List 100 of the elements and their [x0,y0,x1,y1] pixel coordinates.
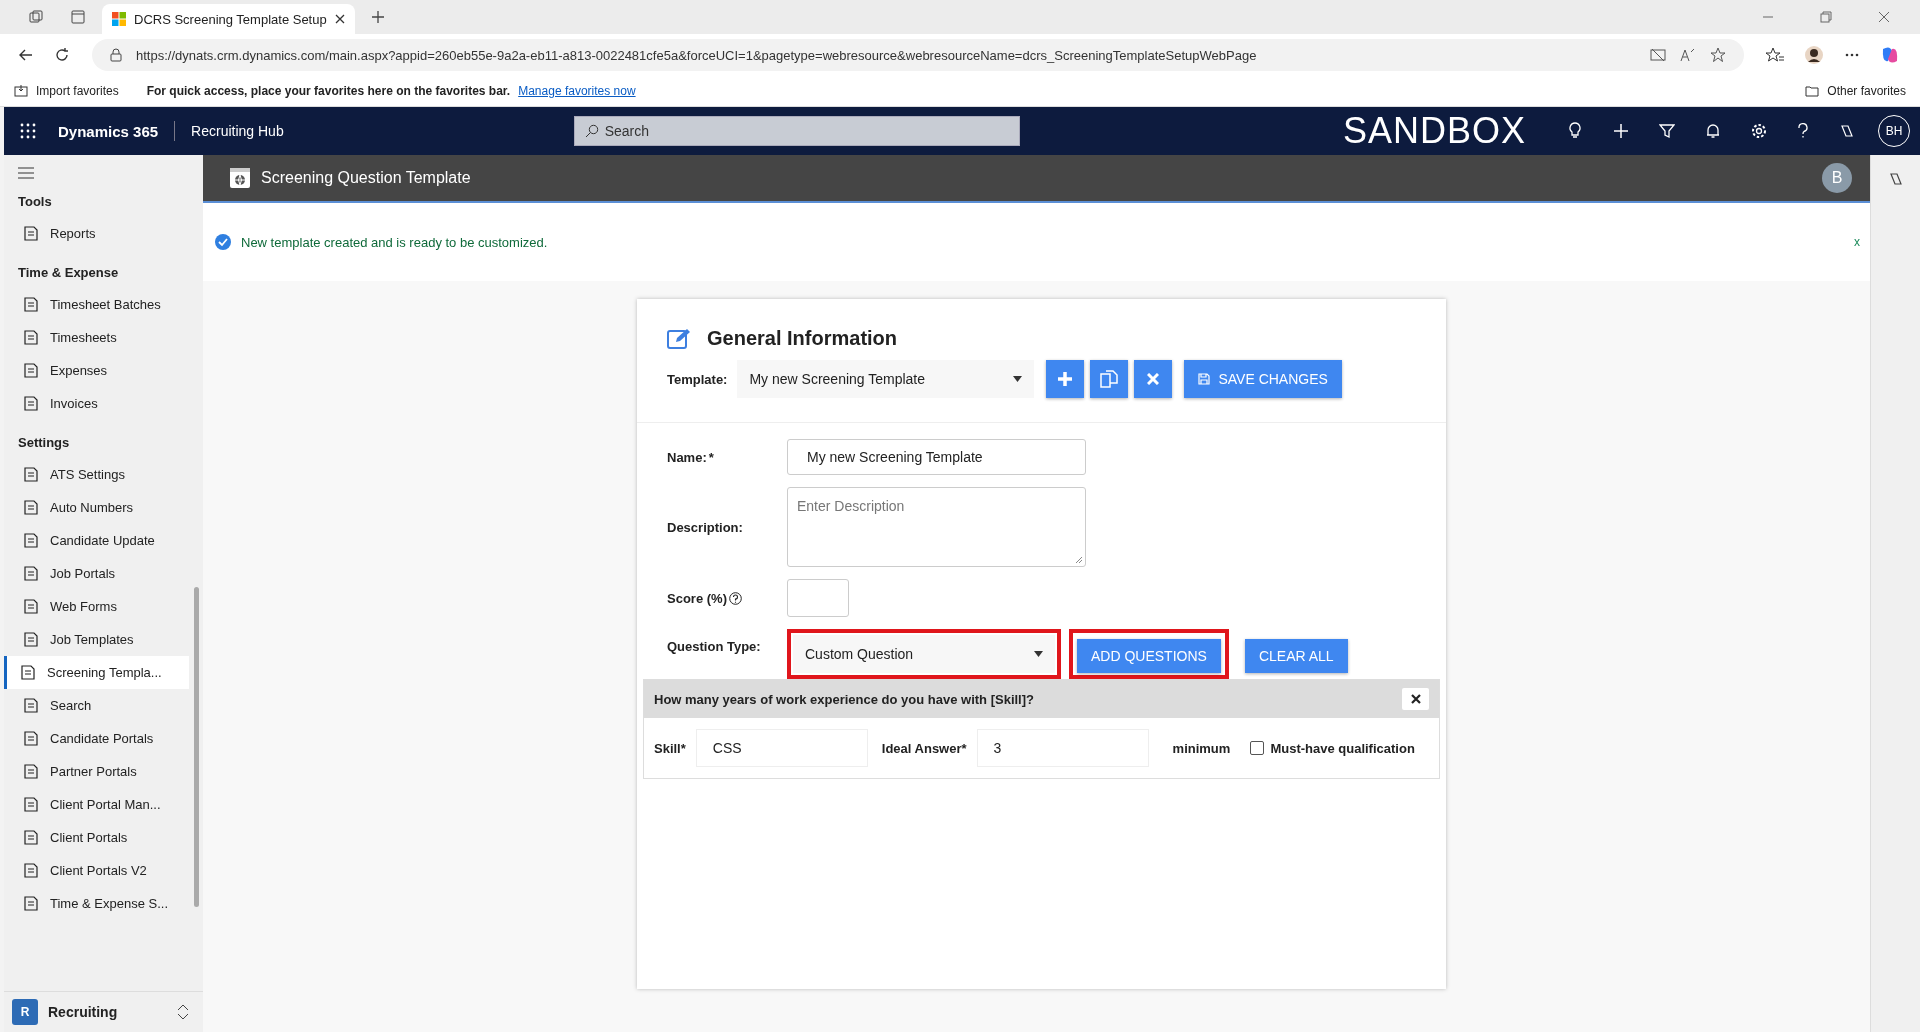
lightbulb-icon[interactable] [1567,122,1583,140]
field-label: Score (%) [667,590,787,606]
description-field[interactable]: Enter Description [787,487,1086,567]
environment-label: SANDBOX [1342,110,1526,152]
refresh-icon[interactable] [54,47,70,63]
manage-favorites-link[interactable]: Manage favorites now [518,84,636,98]
chevron-icon [177,1004,189,1020]
field-label: Skill* [654,740,686,756]
document-icon [24,226,38,241]
edit-icon [667,327,693,350]
sidebar-item[interactable]: Timesheet Batches [4,288,189,321]
new-tab-icon[interactable] [370,10,385,24]
read-aloud-icon[interactable] [1680,48,1696,62]
app-launcher-icon[interactable] [20,123,36,139]
document-icon [24,500,38,515]
sidebar-item[interactable]: Job Templates [4,623,189,656]
sidebar-item[interactable]: Timesheets [4,321,189,354]
sidebar-item[interactable]: Candidate Update [4,524,189,557]
folder-icon [1805,85,1820,97]
star-icon[interactable] [1710,47,1726,63]
globe-icon [229,167,251,189]
field-label: Name:* [667,449,715,465]
check-circle-icon [215,234,231,250]
ideal-answer-field[interactable]: 3 [976,729,1149,767]
document-icon [21,665,35,680]
question-type-dropdown[interactable]: Custom Question [793,635,1055,673]
action-button[interactable]: ADD QUESTIONS [1077,639,1221,673]
sidebar-item[interactable]: Auto Numbers [4,491,189,524]
sidebar-group-title: Settings [17,434,71,452]
field-label: Ideal Answer* [881,740,967,756]
document-icon [24,396,38,411]
favorites-icon[interactable] [1766,47,1784,63]
remove-button[interactable] [1402,688,1429,710]
tracking-icon[interactable] [1650,48,1666,62]
skill-field[interactable]: CSS [695,729,868,767]
field-label: Template: [667,371,728,387]
sidebar-item[interactable]: Screening Templa... [4,656,189,689]
other-favorites-button[interactable]: Other favorites [1827,84,1906,98]
sidebar-item[interactable]: Invoices [4,387,189,420]
close-icon[interactable] [334,14,345,24]
checkbox-label: Must-have qualification [1270,740,1415,756]
document-icon [24,467,38,482]
favorites-hint: For quick access, place your favorites here on the favorites bar. [146,84,511,98]
delete-button[interactable] [1134,360,1173,398]
save-button[interactable]: SAVE CHANGES [1184,360,1342,398]
sidebar-item[interactable]: Candidate Portals [4,722,189,755]
import-favorites-button[interactable]: Import favorites [36,84,119,98]
vertical-tabs-icon[interactable] [70,9,86,25]
document-icon [24,363,38,378]
sidebar-item[interactable]: Web Forms [4,590,189,623]
sidebar-item[interactable]: Partner Portals [4,755,189,788]
name-field[interactable]: My new Screening Template [787,439,1086,475]
action-button[interactable]: CLEAR ALL [1244,639,1348,673]
back-icon[interactable] [18,47,34,63]
document-icon [24,896,38,911]
field-label: Question Type: [667,639,762,654]
filter-icon[interactable] [1659,123,1675,139]
settings-icon[interactable] [1751,123,1767,139]
search-field[interactable]: Search [573,116,1020,146]
sidebar-item[interactable]: Search [4,689,189,722]
app-area[interactable]: Recruiting Hub [191,123,284,139]
url-text: https://dynats.crm.dynamics.com/main.aspx?appid=260eb55e-9a2a-eb11-a813-0022481cfe5a&forceUCI=1&pagetype=webresource&webresourceName=dcrs_ScreeningTemplateSetupWebPage [136,47,1258,63]
document-icon [24,830,38,845]
plus-icon[interactable] [1613,123,1629,139]
sidebar-item[interactable]: ATS Settings [4,458,189,491]
profile-icon[interactable] [1804,45,1824,65]
sidebar-item[interactable]: Job Portals [4,557,189,590]
document-icon [24,566,38,581]
floppy-icon [1198,373,1211,385]
section-title: General Information [707,327,898,350]
dismiss-button[interactable]: x [1854,235,1860,249]
unit-label: minimum [1172,740,1231,756]
area-switcher[interactable]: R Recruiting [4,991,203,1032]
score-field[interactable] [787,579,849,617]
browser-tab[interactable]: DCRS Screening Template Setup [102,4,355,34]
restore-icon[interactable] [1820,11,1832,23]
add-button[interactable] [1046,360,1085,398]
sidebar-item[interactable]: Reports [4,217,189,250]
lock-icon [110,48,122,62]
sidebar-item[interactable]: Time & Expense S... [4,887,189,920]
address-bar[interactable]: https://dynats.crm.dynamics.com/main.aspx?appid=260eb55e-9a2a-eb11-a813-0022481cfe5a&forceUCI=1&pagetype=webresource&webresourceName=dcrs_ScreeningTemplateSetupWebPage [92,39,1744,71]
document-icon [24,797,38,812]
app-name[interactable]: Dynamics 365 [58,122,159,140]
sidebar-item[interactable]: Client Portals [4,821,189,854]
copy-button[interactable] [1090,360,1129,398]
bell-icon[interactable] [1705,123,1721,139]
menu-icon[interactable] [18,167,34,179]
page-title: Screening Question Template [261,169,471,187]
sidebar-item[interactable]: Client Portals V2 [4,854,189,887]
checkbox[interactable] [1250,741,1265,755]
sidebar-group-title: Time & Expense [17,264,120,282]
document-icon [24,698,38,713]
tab-actions-icon[interactable] [28,9,44,25]
copy-icon [1100,370,1119,388]
help-icon[interactable] [1797,123,1809,139]
sidebar-item[interactable]: Client Portal Man... [4,788,189,821]
success-message: New template created and is ready to be customized. [241,234,548,250]
template-dropdown[interactable]: My new Screening Template [737,360,1035,398]
sidebar-item[interactable]: Expenses [4,354,189,387]
resize-handle-icon[interactable] [1075,556,1083,564]
